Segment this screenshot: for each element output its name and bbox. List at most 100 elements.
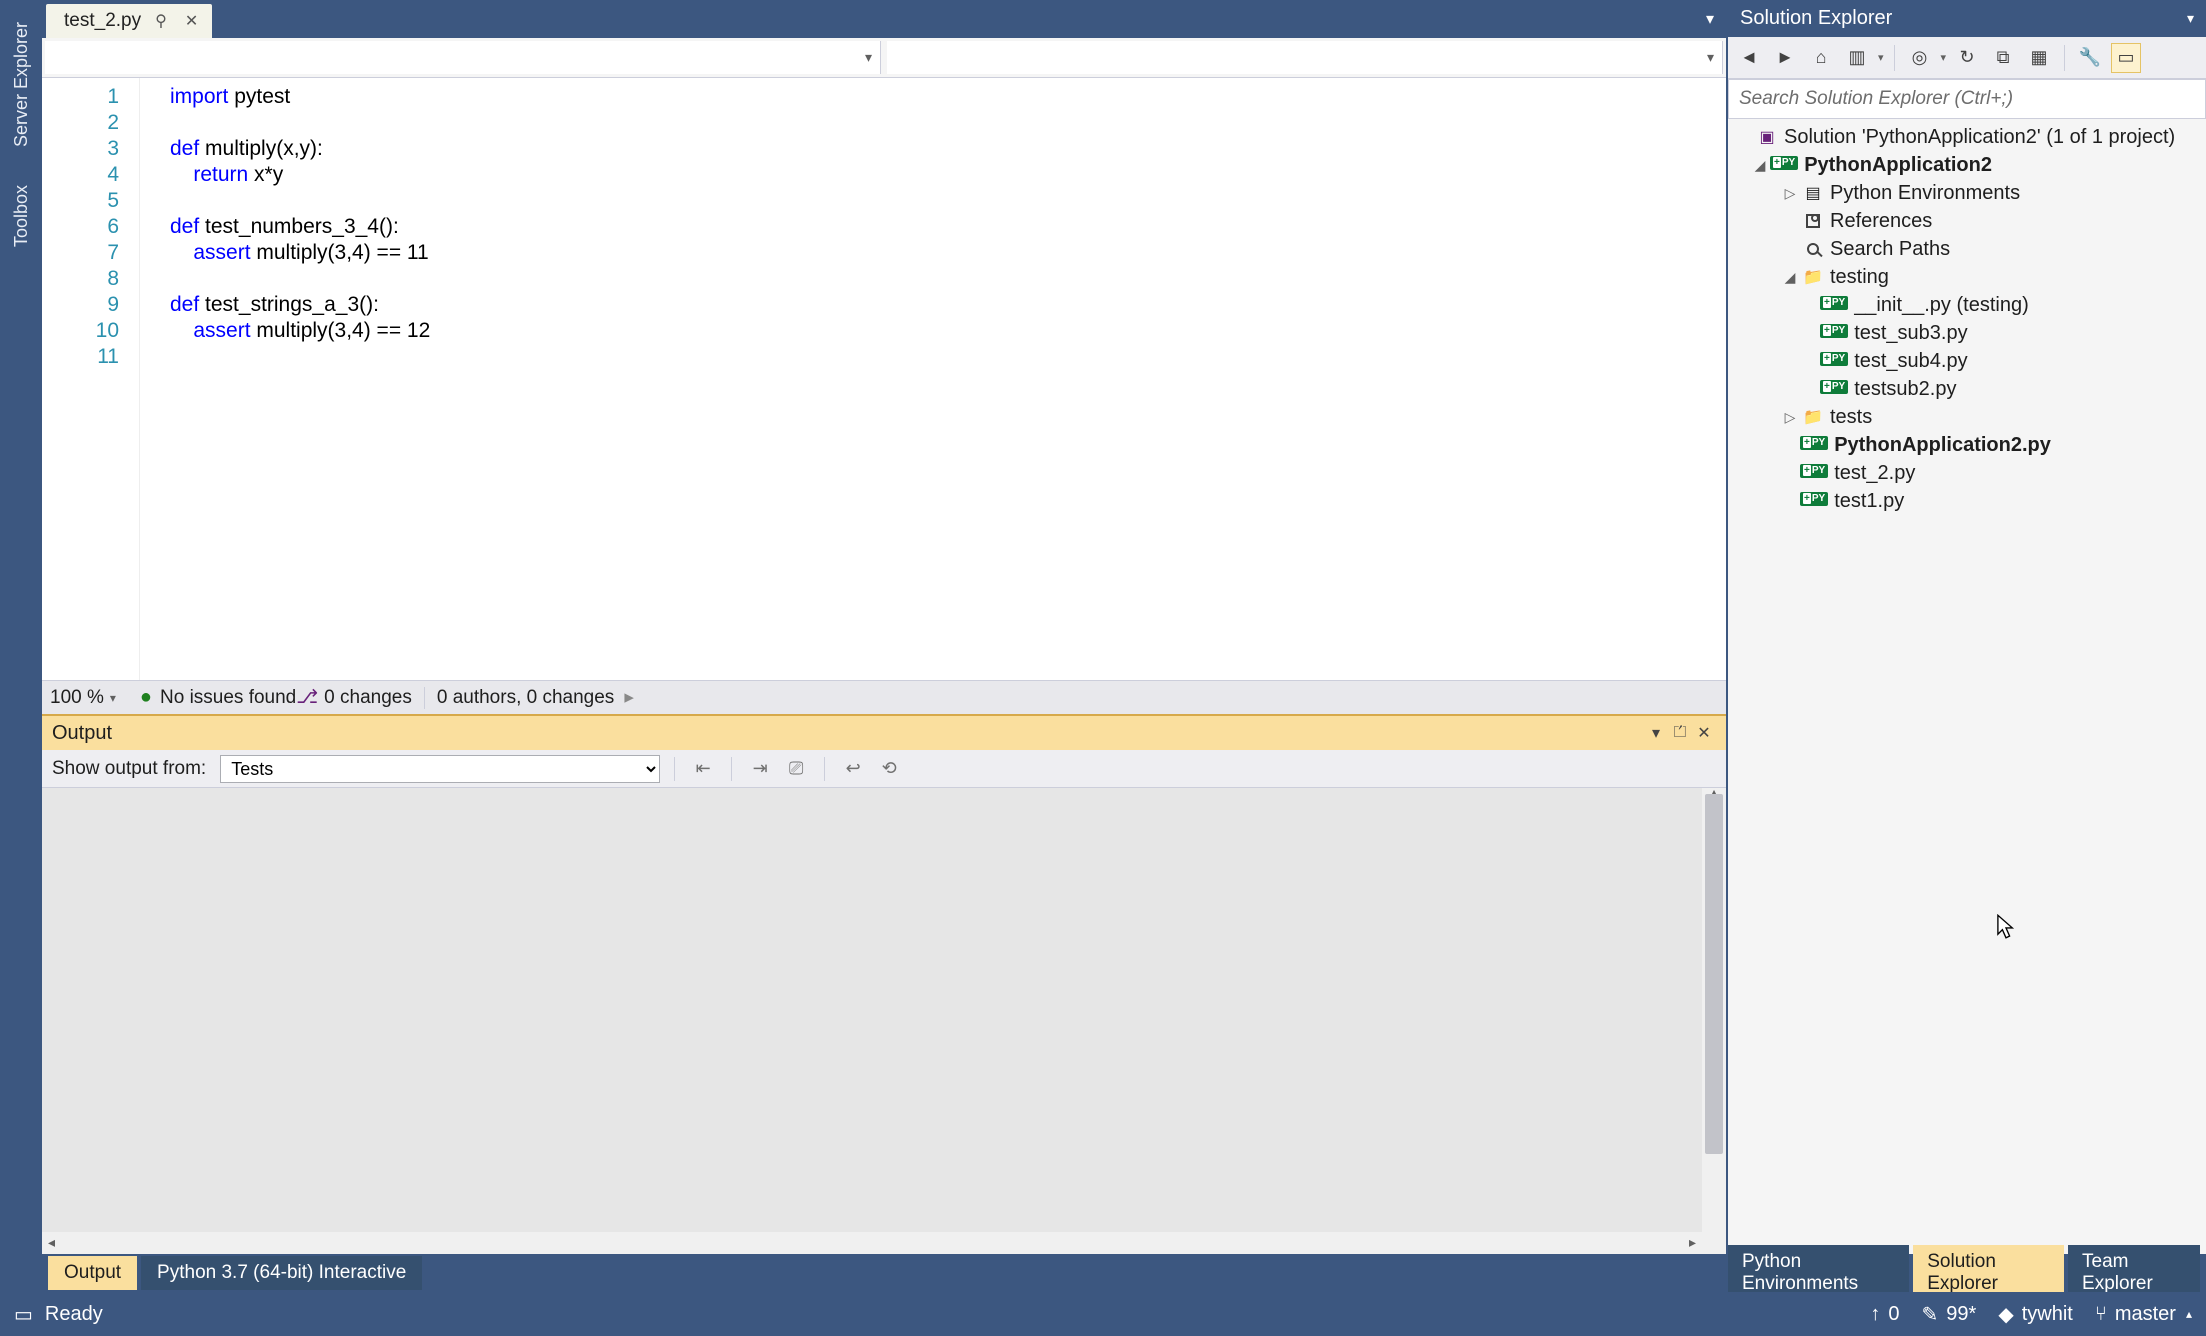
se-preview-icon[interactable]: ▭ xyxy=(2111,43,2141,73)
solution-explorer-menu-icon[interactable]: ▾ xyxy=(2187,10,2194,27)
output-find-prev-icon[interactable]: ⇤ xyxy=(689,755,717,783)
output-text-area[interactable]: ▴ ◂▸ xyxy=(42,788,1726,1254)
solution-tree[interactable]: ▣ Solution 'PythonApplication2' (1 of 1 … xyxy=(1728,119,2206,1254)
output-pin-icon[interactable]: ⏍ xyxy=(1668,724,1692,742)
status-bar: ▭ Ready ↑ 0 ✎ 99* ◆ tywhit ⑂ master ▴ xyxy=(0,1292,2206,1336)
document-tab[interactable]: test_2.py ⚲ ✕ xyxy=(46,4,212,38)
file-label: test1.py xyxy=(1834,490,1904,513)
code-text[interactable]: import pytest def multiply(x,y): return … xyxy=(140,78,1726,680)
member-combo[interactable]: ▾ xyxy=(887,41,1723,74)
se-refresh-icon[interactable]: ↻ xyxy=(1952,43,1982,73)
output-vertical-scrollbar[interactable]: ▴ xyxy=(1702,788,1726,1254)
solution-explorer-titlebar: Solution Explorer ▾ xyxy=(1728,0,2206,37)
folder-icon: 📁 xyxy=(1800,267,1826,287)
codelens-changes[interactable]: 0 changes xyxy=(324,687,412,709)
se-switch-view-icon[interactable]: ▥ xyxy=(1842,43,1872,73)
references-icon xyxy=(1800,212,1826,231)
python-environments-label: Python Environments xyxy=(1830,182,2020,205)
bottom-tool-tabs: Output Python 3.7 (64-bit) Interactive xyxy=(42,1254,1726,1292)
server-explorer-tab[interactable]: Server Explorer xyxy=(7,8,36,161)
py-file-icon: PY xyxy=(1800,492,1828,506)
right-tool-tabs: Python Environments Solution Explorer Te… xyxy=(1728,1254,2206,1292)
tests-folder-node[interactable]: ▷ 📁 tests xyxy=(1728,403,2206,431)
pending-changes: 99* xyxy=(1946,1303,1976,1326)
output-panel-title: Output xyxy=(52,722,1644,745)
file-node[interactable]: PY PythonApplication2.py xyxy=(1728,431,2206,459)
file-label: test_sub4.py xyxy=(1854,350,1967,373)
line-number-gutter: 1234567891011 xyxy=(42,78,140,680)
file-label: __init__.py (testing) xyxy=(1854,294,2029,317)
git-publish-button[interactable]: ↑ 0 xyxy=(1870,1303,1899,1326)
se-sync-icon[interactable]: ◎ xyxy=(1905,43,1935,73)
left-tool-rail: Server Explorer Toolbox xyxy=(0,0,42,1292)
output-dropdown-icon[interactable]: ▾ xyxy=(1644,723,1668,743)
se-forward-icon[interactable]: ► xyxy=(1770,43,1800,73)
environments-icon: ▤ xyxy=(1800,183,1826,203)
python-interactive-tab[interactable]: Python 3.7 (64-bit) Interactive xyxy=(141,1256,422,1290)
solution-explorer-search-input[interactable] xyxy=(1729,88,2205,110)
se-showall-icon[interactable]: ▦ xyxy=(2024,43,2054,73)
file-node[interactable]: PY testsub2.py xyxy=(1728,375,2206,403)
output-source-select[interactable]: Tests xyxy=(220,755,660,783)
code-editor[interactable]: 1234567891011 import pytest def multiply… xyxy=(42,78,1726,680)
zoom-dropdown-icon[interactable]: ▾ xyxy=(110,691,116,705)
se-back-icon[interactable]: ◄ xyxy=(1734,43,1764,73)
se-home-icon[interactable]: ⌂ xyxy=(1806,43,1836,73)
collapse-icon[interactable]: ◢ xyxy=(1750,157,1770,174)
project-node[interactable]: ◢ PY PythonApplication2 xyxy=(1728,151,2206,179)
output-horizontal-scrollbar[interactable]: ◂▸ xyxy=(42,1232,1702,1254)
output-wordwrap-icon[interactable]: ↩ xyxy=(839,755,867,783)
status-ready: Ready xyxy=(45,1303,1871,1326)
solution-label: Solution 'PythonApplication2' (1 of 1 pr… xyxy=(1784,126,2175,149)
navigation-bar: ▾ ▾ xyxy=(42,38,1726,78)
file-label: test_2.py xyxy=(1834,462,1915,485)
output-find-next-icon[interactable]: ⇥ xyxy=(746,755,774,783)
expand-icon[interactable]: ▷ xyxy=(1780,185,1800,202)
git-branch: master xyxy=(2115,1303,2176,1326)
references-node[interactable]: References xyxy=(1728,207,2206,235)
collapse-icon[interactable]: ◢ xyxy=(1780,269,1800,286)
file-node[interactable]: PY test1.py xyxy=(1728,487,2206,515)
testing-folder-label: testing xyxy=(1830,266,1889,289)
output-close-icon[interactable]: ✕ xyxy=(1692,723,1716,743)
codelens-expand-icon[interactable]: ▸ xyxy=(624,686,634,709)
references-label: References xyxy=(1830,210,1932,233)
git-changes-button[interactable]: ✎ 99* xyxy=(1922,1302,1977,1327)
se-collapse-icon[interactable]: ⧉ xyxy=(1988,43,2018,73)
zoom-level[interactable]: 100 % xyxy=(50,687,104,709)
git-user: tywhit xyxy=(2022,1303,2073,1326)
branch-dropdown-icon: ▴ xyxy=(2186,1307,2192,1321)
se-switch-view-drop-icon[interactable]: ▾ xyxy=(1878,51,1884,64)
expand-icon[interactable]: ▷ xyxy=(1780,409,1800,426)
output-clear-icon[interactable]: ⎚ xyxy=(782,755,810,783)
output-tab[interactable]: Output xyxy=(48,1256,137,1290)
solution-node[interactable]: ▣ Solution 'PythonApplication2' (1 of 1 … xyxy=(1728,123,2206,151)
user-icon: ◆ xyxy=(1998,1302,2013,1327)
codelens-changes-icon: ⎇ xyxy=(296,686,318,709)
git-branch-button[interactable]: ⑂ master ▴ xyxy=(2095,1303,2192,1326)
testing-folder-node[interactable]: ◢ 📁 testing xyxy=(1728,263,2206,291)
se-properties-icon[interactable]: 🔧 xyxy=(2075,43,2105,73)
close-tab-icon[interactable]: ✕ xyxy=(181,11,202,31)
solution-explorer-search[interactable] xyxy=(1728,79,2206,119)
tab-overflow-dropdown[interactable]: ▾ xyxy=(1694,3,1726,35)
codelens-authors[interactable]: 0 authors, 0 changes xyxy=(437,687,614,709)
git-user-button[interactable]: ◆ tywhit xyxy=(1998,1302,2073,1327)
file-node[interactable]: PY test_sub3.py xyxy=(1728,319,2206,347)
scope-combo[interactable]: ▾ xyxy=(45,41,881,74)
python-environments-node[interactable]: ▷ ▤ Python Environments xyxy=(1728,179,2206,207)
upload-icon: ↑ xyxy=(1870,1303,1880,1326)
file-node[interactable]: PY test_sub4.py xyxy=(1728,347,2206,375)
file-label: test_sub3.py xyxy=(1854,322,1967,345)
toolbox-tab[interactable]: Toolbox xyxy=(7,171,36,261)
output-toggle-icon[interactable]: ⟲ xyxy=(875,755,903,783)
file-node[interactable]: PY __init__.py (testing) xyxy=(1728,291,2206,319)
se-sync-drop-icon[interactable]: ▾ xyxy=(1941,51,1947,64)
folder-icon: 📁 xyxy=(1800,407,1826,427)
py-project-icon: PY xyxy=(1770,156,1798,170)
output-panel-titlebar: Output ▾ ⏍ ✕ xyxy=(42,716,1726,750)
file-node[interactable]: PY test_2.py xyxy=(1728,459,2206,487)
pin-tab-icon[interactable]: ⚲ xyxy=(151,11,171,31)
py-file-icon: PY xyxy=(1820,324,1848,338)
search-paths-node[interactable]: Search Paths xyxy=(1728,235,2206,263)
